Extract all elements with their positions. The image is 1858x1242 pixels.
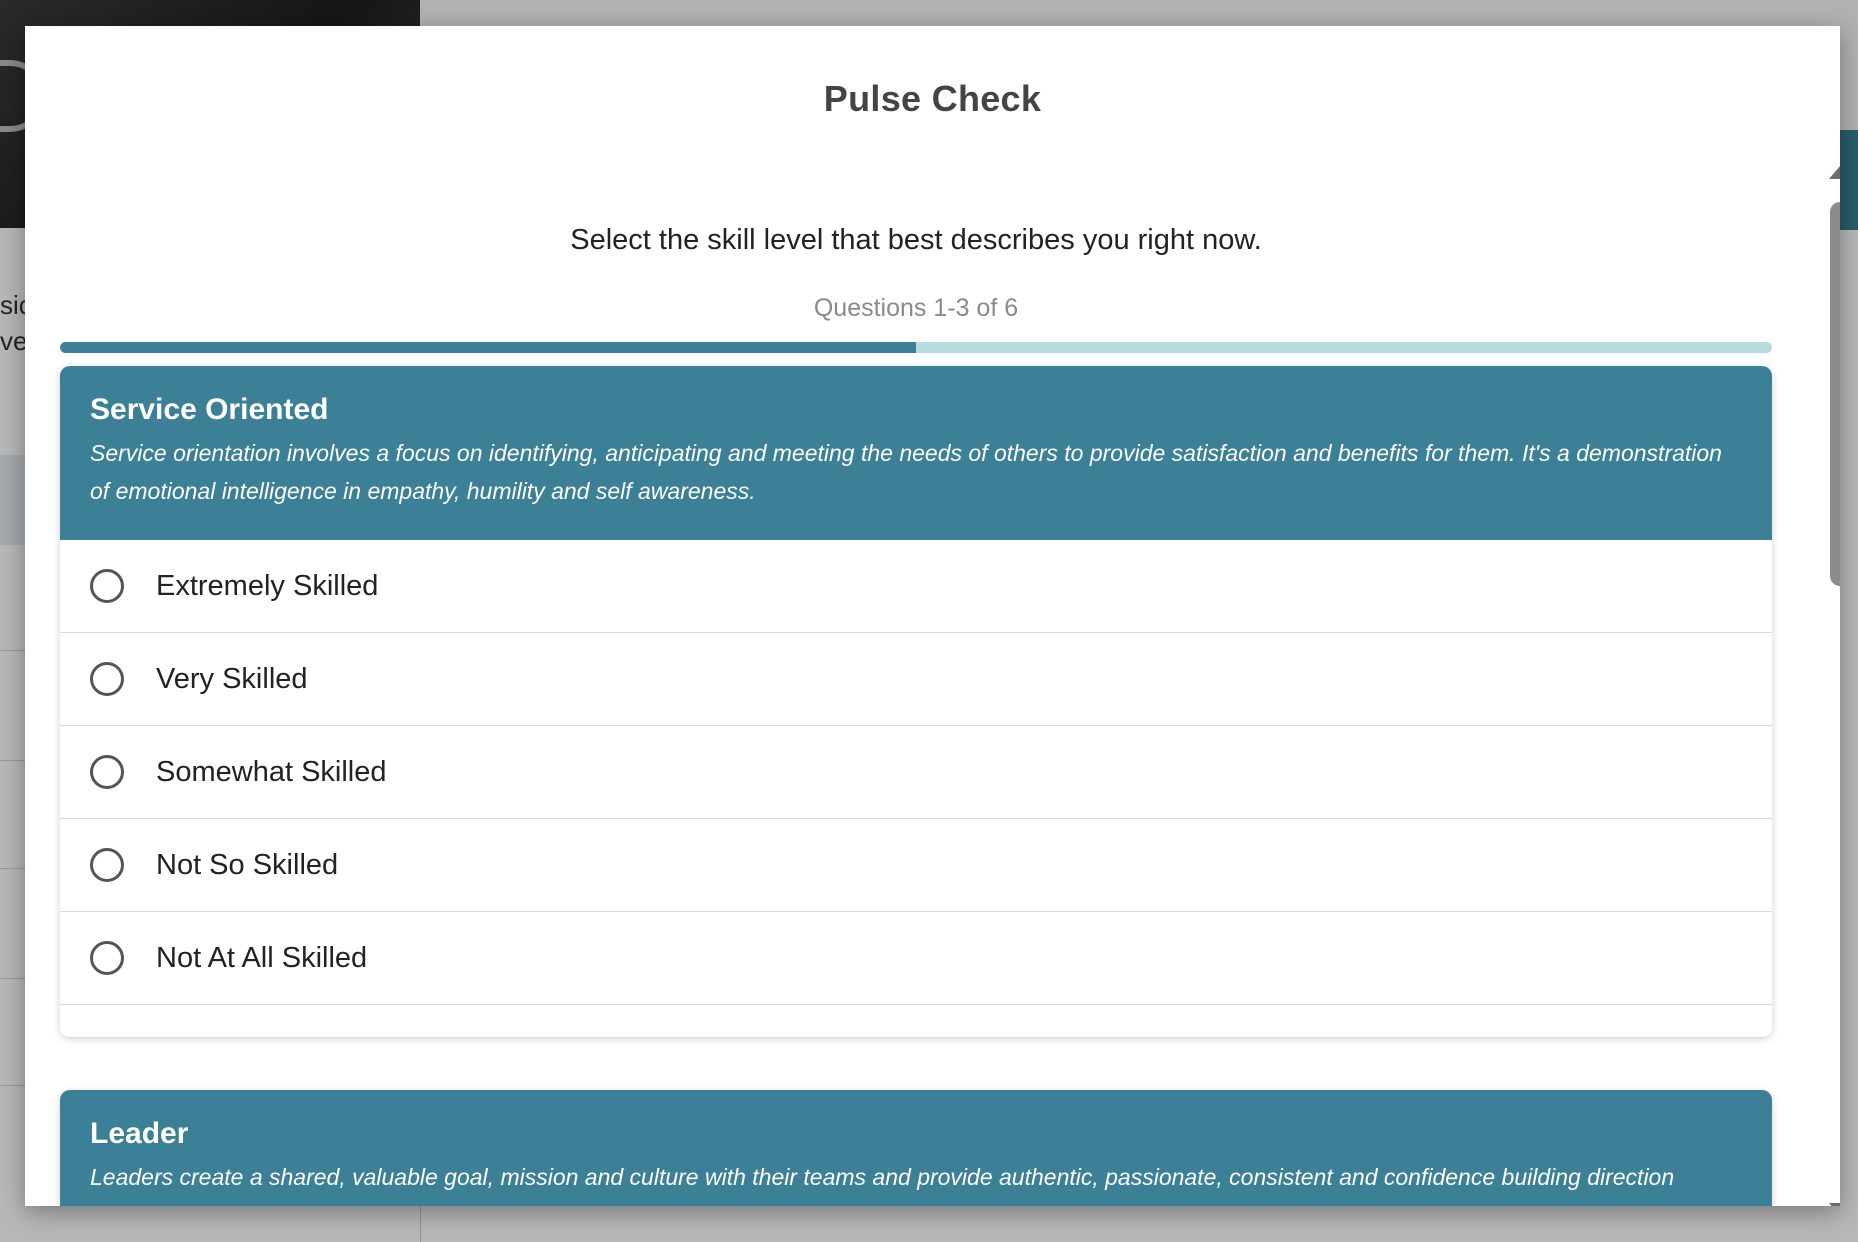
dialog-title: Pulse Check [823, 78, 1042, 119]
instructions-text: Select the skill level that best describ… [570, 224, 1262, 256]
card-padding [60, 1005, 1772, 1037]
option-not-so-skilled[interactable]: Not So Skilled [60, 819, 1772, 912]
radio-button[interactable] [90, 941, 124, 975]
question-title: Service Oriented [90, 393, 329, 426]
progress-bar [60, 342, 1772, 353]
radio-button[interactable] [90, 662, 124, 696]
scrollbar-thumb[interactable] [1830, 202, 1840, 586]
option-label: Extremely Skilled [156, 569, 379, 602]
option-label: Somewhat Skilled [156, 755, 387, 788]
option-somewhat-skilled[interactable]: Somewhat Skilled [60, 726, 1772, 819]
pulse-check-dialog: Pulse Check Select the skill level that … [25, 26, 1840, 1206]
progress-bar-fill [60, 342, 916, 353]
question-title: Leader [90, 1117, 189, 1150]
question-description: Service orientation involves a focus on … [90, 440, 1722, 504]
question-description: Leaders create a shared, valuable goal, … [90, 1164, 1675, 1190]
question-header: Leader Leaders create a shared, valuable… [60, 1090, 1772, 1206]
option-label: Not So Skilled [156, 848, 339, 881]
radio-button[interactable] [90, 569, 124, 603]
option-very-skilled[interactable]: Very Skilled [60, 633, 1772, 726]
scroll-down-arrow-icon[interactable] [1829, 1203, 1840, 1206]
option-label: Not At All Skilled [156, 941, 368, 974]
question-card: Service Oriented Service orientation inv… [60, 366, 1772, 1037]
scroll-up-arrow-icon[interactable] [1829, 166, 1840, 179]
question-card: Leader Leaders create a shared, valuable… [60, 1090, 1772, 1206]
radio-button[interactable] [90, 848, 124, 882]
option-not-at-all-skilled[interactable]: Not At All Skilled [60, 912, 1772, 1005]
radio-button[interactable] [90, 755, 124, 789]
dialog-scrollbar[interactable] [1825, 166, 1840, 1206]
option-label: Very Skilled [156, 662, 308, 695]
option-extremely-skilled[interactable]: Extremely Skilled [60, 540, 1772, 633]
progress-label: Questions 1-3 of 6 [813, 294, 1019, 322]
question-header: Service Oriented Service orientation inv… [60, 366, 1772, 540]
